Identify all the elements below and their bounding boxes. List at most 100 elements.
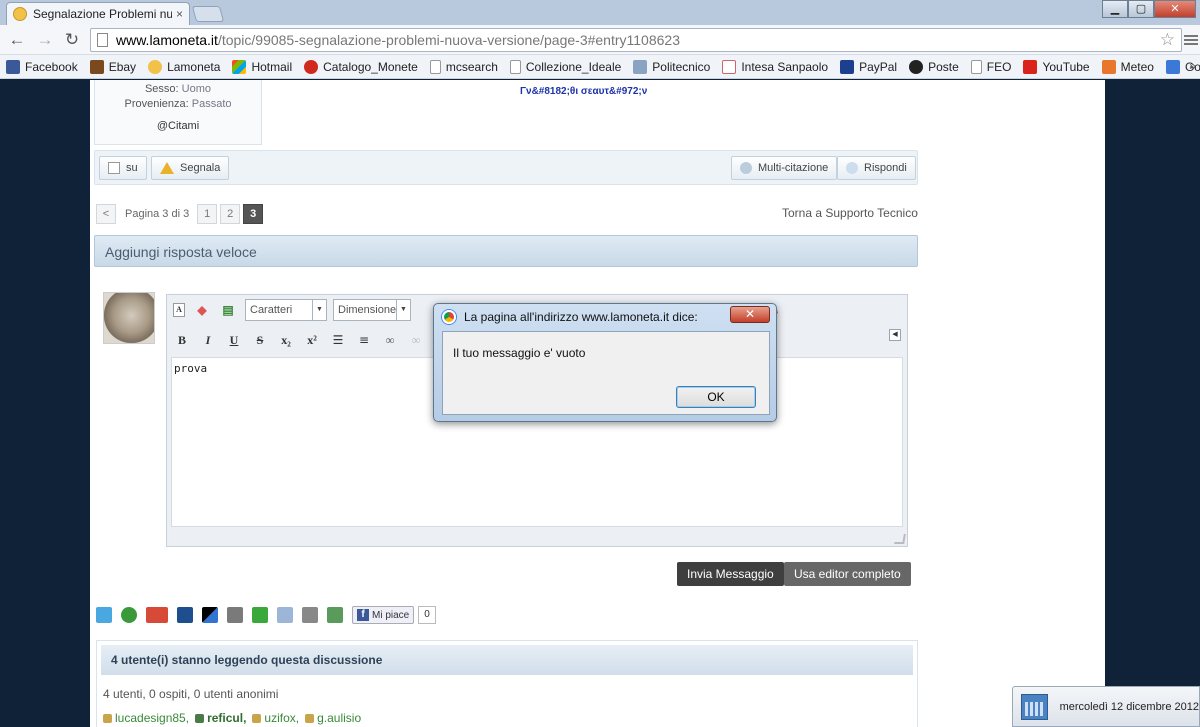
menu-wrench-icon[interactable]: [1184, 33, 1198, 47]
bookmarks-bar: Facebook Ebay Lamoneta Hotmail Catalogo_…: [0, 55, 1200, 79]
google-plus-icon[interactable]: [146, 607, 168, 623]
back-arrow-icon[interactable]: ←: [6, 29, 28, 51]
bookmark-mcsearch[interactable]: mcsearch: [429, 59, 498, 74]
editor-toolbar-row-2: B I U S x₂ x² ☰ ≡ ∞ ∞: [173, 331, 433, 349]
source-icon[interactable]: A: [173, 303, 185, 317]
up-button[interactable]: su: [99, 156, 147, 180]
report-button[interactable]: Segnala: [151, 156, 230, 180]
post-action-bar: su Segnala Multi-citazione Rispondi: [94, 150, 918, 185]
tab-close-icon[interactable]: ×: [176, 7, 183, 21]
digg-icon[interactable]: [177, 607, 193, 623]
cite-link[interactable]: @Citami: [95, 120, 261, 132]
reader-user[interactable]: uzifox,: [252, 711, 299, 725]
alert-dialog: La pagina all'indirizzo www.lamoneta.it …: [433, 303, 777, 422]
forward-arrow-icon[interactable]: →: [34, 29, 56, 51]
user-icon: [305, 713, 315, 723]
page-background-left: [0, 80, 90, 727]
twitter-icon[interactable]: [96, 607, 112, 623]
chevron-down-icon: ▼: [396, 300, 410, 320]
calendar-icon: [1021, 693, 1048, 720]
bookmark-intesa-sanpaolo[interactable]: Intesa Sanpaolo: [722, 59, 828, 74]
font-select[interactable]: Caratteri ▼: [245, 299, 327, 321]
new-tab-button[interactable]: [191, 6, 225, 22]
bookmark-meteo[interactable]: Meteo: [1101, 59, 1154, 74]
bookmark-feo[interactable]: FEO: [970, 59, 1011, 74]
unlink-icon[interactable]: ∞: [407, 331, 425, 349]
reload-icon[interactable]: ↻: [61, 29, 83, 51]
bookmark-collezione-ideale[interactable]: Collezione_Ideale: [509, 59, 621, 74]
stumbleupon-icon[interactable]: [121, 607, 137, 623]
bullet-list-icon[interactable]: ☰: [329, 331, 347, 349]
link-icon[interactable]: ∞: [381, 331, 399, 349]
print-icon[interactable]: [302, 607, 318, 623]
reader-user[interactable]: lucadesign85,: [103, 711, 189, 725]
window-controls: ▁ ▢ ✕: [1102, 0, 1196, 18]
bookmark-hotmail[interactable]: Hotmail: [232, 59, 292, 74]
page-icon: [97, 33, 108, 47]
close-window-button[interactable]: ✕: [1154, 0, 1196, 18]
prev-page-button[interactable]: <: [96, 204, 116, 224]
size-select[interactable]: Dimensione ▼: [333, 299, 411, 321]
minimize-button[interactable]: ▁: [1102, 0, 1128, 18]
delicious-icon[interactable]: [202, 607, 218, 623]
ok-button[interactable]: OK: [676, 386, 756, 408]
reader-user[interactable]: reficul,: [195, 711, 246, 725]
numbered-list-icon[interactable]: ≡: [355, 331, 373, 349]
italic-icon[interactable]: I: [199, 331, 217, 349]
bookmark-youtube[interactable]: YouTube: [1023, 59, 1090, 74]
reader-user[interactable]: g.aulisio: [305, 711, 361, 725]
toolbar-collapse-icon[interactable]: ◀: [889, 329, 901, 341]
strikethrough-icon[interactable]: S: [251, 331, 269, 349]
download-icon[interactable]: [327, 607, 343, 623]
bold-icon[interactable]: B: [173, 331, 191, 349]
user-icon: [252, 713, 262, 723]
maximize-button[interactable]: ▢: [1128, 0, 1154, 18]
subscript-icon[interactable]: x₂: [277, 331, 295, 349]
stumble-icon[interactable]: [252, 607, 268, 623]
back-to-forum-link[interactable]: Torna a Supporto Tecnico: [782, 206, 918, 220]
superscript-icon[interactable]: x²: [303, 331, 321, 349]
user-avatar: [103, 292, 155, 344]
smiley-icon: [148, 59, 163, 74]
sex-label: Sesso:: [144, 83, 179, 95]
email-icon[interactable]: [277, 607, 293, 623]
page-up-icon: [108, 162, 120, 174]
youtube-icon: [1023, 59, 1038, 74]
bookmark-star-icon[interactable]: ☆: [1160, 30, 1175, 50]
address-bar[interactable]: www.lamoneta.it/topic/99085-segnalazione…: [90, 28, 1182, 52]
bookmark-poste[interactable]: Poste: [909, 59, 959, 74]
eraser-icon[interactable]: ◆: [193, 301, 211, 319]
taskbar-clock[interactable]: mercoledì 12 dicembre 2012: [1012, 686, 1200, 727]
bookmark-facebook[interactable]: Facebook: [6, 59, 78, 74]
bookmark-catalogo-monete[interactable]: Catalogo_Monete: [304, 59, 418, 74]
url-host: www.lamoneta.it: [116, 32, 218, 48]
bookmark-ebay[interactable]: Ebay: [89, 59, 136, 74]
quote-plus-icon: [740, 162, 752, 174]
shopping-bag-icon: [89, 59, 104, 74]
bookmark-politecnico[interactable]: Politecnico: [633, 59, 710, 74]
sex-value: Uomo: [181, 83, 212, 95]
resize-handle-icon[interactable]: [894, 534, 906, 544]
full-editor-button[interactable]: Usa editor completo: [784, 562, 911, 586]
browser-tab[interactable]: Segnalazione Problemi nu ×: [6, 2, 190, 25]
template-icon[interactable]: ▤: [219, 301, 237, 319]
reply-button[interactable]: Rispondi: [837, 156, 916, 180]
speech-bubble-icon: [846, 162, 858, 174]
moderator-icon: [195, 713, 205, 723]
readers-summary: 4 utenti, 0 ospiti, 0 utenti anonimi: [103, 687, 279, 701]
share-bar: f Mi piace 0: [96, 606, 436, 624]
dialog-close-button[interactable]: ✕: [730, 306, 770, 323]
page-1-link[interactable]: 1: [197, 204, 218, 224]
bookmark-paypal[interactable]: PayPal: [840, 59, 897, 74]
window-titlebar: Segnalazione Problemi nu × ▁ ▢ ✕: [0, 0, 1200, 25]
multiquote-button[interactable]: Multi-citazione: [731, 156, 838, 180]
page-2-link[interactable]: 2: [220, 204, 241, 224]
bookmark-lamoneta[interactable]: Lamoneta: [148, 59, 220, 74]
facebook-like-button[interactable]: f Mi piace: [352, 606, 415, 624]
underline-icon[interactable]: U: [225, 331, 243, 349]
reddit-icon[interactable]: [227, 607, 243, 623]
dialog-body: Il tuo messaggio e' vuoto OK: [442, 331, 770, 415]
bookmarks-more[interactable]: »: [1189, 59, 1196, 73]
send-message-button[interactable]: Invia Messaggio: [677, 562, 784, 586]
quick-reply-header: Aggiungi risposta veloce: [94, 235, 918, 267]
